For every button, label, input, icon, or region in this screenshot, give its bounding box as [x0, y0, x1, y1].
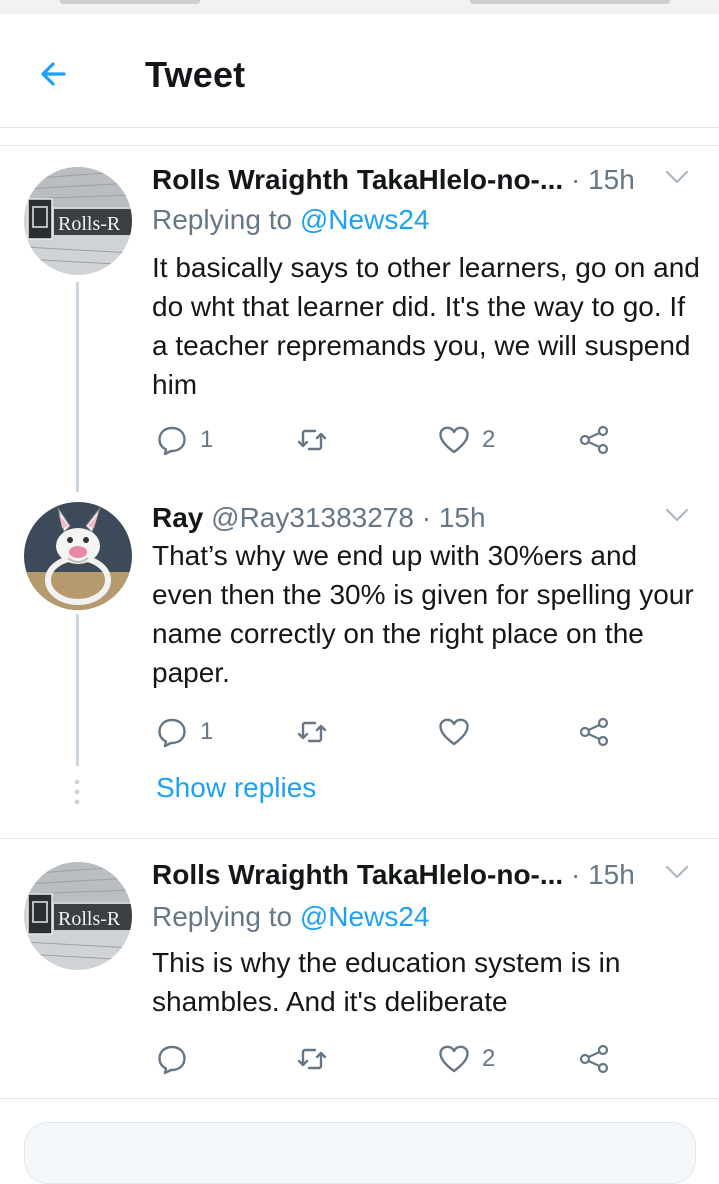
share-icon: [579, 1044, 609, 1074]
tweet[interactable]: Rolls-R Rolls Wraighth TakaHlelo-no-... …: [0, 160, 719, 480]
replying-to-label: Replying to: [152, 204, 300, 235]
separator-dot: ·: [571, 859, 581, 890]
retweet-icon: [297, 429, 327, 451]
tweet[interactable]: Ray @Ray31383278 · 15h That’s why we end…: [0, 498, 719, 758]
status-bar: [0, 0, 719, 14]
avatar[interactable]: Rolls-R: [24, 167, 132, 275]
replying-to: Replying to @News24: [152, 200, 429, 240]
app-header: Tweet: [0, 14, 719, 128]
reply-compose-box[interactable]: [24, 1122, 696, 1184]
tweet-actions: 1: [152, 712, 672, 752]
heart-icon: [439, 718, 469, 746]
tweet-actions: 1 2: [152, 420, 672, 460]
replying-to: Replying to @News24: [152, 897, 429, 937]
reply-icon: [158, 426, 186, 456]
like-button[interactable]: [438, 712, 482, 752]
timestamp[interactable]: 15h: [588, 164, 635, 195]
svg-text:Rolls-R: Rolls-R: [58, 908, 121, 930]
share-icon: [579, 717, 609, 747]
display-name[interactable]: Rolls Wraighth TakaHlelo-no-...: [152, 859, 563, 890]
share-button[interactable]: [578, 1039, 610, 1079]
share-button[interactable]: [578, 712, 610, 752]
tweet-header: Ray @Ray31383278 · 15h: [152, 498, 702, 538]
chevron-down-icon[interactable]: [662, 162, 692, 192]
divider: [0, 838, 719, 839]
reply-icon: [158, 1045, 186, 1075]
divider: [0, 145, 719, 146]
reply-count: 1: [200, 718, 214, 745]
page-title: Tweet: [145, 54, 246, 95]
share-icon: [579, 425, 609, 455]
separator-dot: ·: [571, 164, 581, 195]
tweet-header: Rolls Wraighth TakaHlelo-no-... · 15h: [152, 855, 702, 895]
tweet-header: Rolls Wraighth TakaHlelo-no-... · 15h: [152, 160, 702, 200]
username[interactable]: @Ray31383278: [211, 502, 414, 533]
arrow-left-icon: [41, 62, 66, 86]
display-name[interactable]: Rolls Wraighth TakaHlelo-no-...: [152, 164, 563, 195]
rolls-royce-building-avatar: Rolls-R: [24, 167, 132, 275]
like-count: 2: [482, 426, 496, 453]
like-button[interactable]: 2: [438, 1039, 495, 1079]
reply-button[interactable]: [156, 1039, 200, 1079]
show-replies-link[interactable]: Show replies: [156, 772, 316, 804]
retweet-button[interactable]: [296, 712, 340, 752]
retweet-button[interactable]: [296, 1039, 340, 1079]
reply-button[interactable]: 1: [156, 712, 213, 752]
svg-text:Rolls-R: Rolls-R: [58, 213, 121, 235]
retweet-icon: [297, 721, 327, 743]
thread-more-dots: [74, 779, 80, 805]
retweet-icon: [297, 1048, 327, 1070]
status-bar-icons-left: [60, 0, 200, 4]
divider: [0, 1098, 719, 1099]
like-count: 2: [482, 1045, 496, 1072]
tweet-text: This is why the education system is in s…: [152, 947, 621, 1017]
display-name[interactable]: Ray: [152, 502, 203, 533]
mention-link[interactable]: @News24: [300, 901, 430, 932]
tweet[interactable]: Rolls-R Rolls Wraighth TakaHlelo-no-... …: [0, 855, 719, 1080]
replying-to-label: Replying to: [152, 901, 300, 932]
back-button[interactable]: [34, 54, 78, 94]
heart-icon: [439, 1045, 469, 1073]
tweet-text: It basically says to other learners, go …: [152, 252, 700, 400]
tweet-actions: 2: [152, 1039, 672, 1079]
avatar[interactable]: [24, 502, 132, 610]
reply-count: 1: [200, 426, 214, 453]
status-bar-icons-right: [470, 0, 670, 4]
mention-link[interactable]: @News24: [300, 204, 430, 235]
chevron-down-icon[interactable]: [662, 857, 692, 887]
bunny-avatar: [24, 502, 132, 610]
chevron-down-icon[interactable]: [662, 500, 692, 530]
timestamp[interactable]: 15h: [439, 502, 486, 533]
separator-dot: ·: [421, 502, 432, 533]
reply-icon: [158, 718, 186, 748]
timestamp[interactable]: 15h: [588, 859, 635, 890]
heart-icon: [439, 426, 469, 454]
reply-button[interactable]: 1: [156, 420, 213, 460]
like-button[interactable]: 2: [438, 420, 495, 460]
rolls-royce-building-avatar: Rolls-R: [24, 862, 132, 970]
avatar[interactable]: Rolls-R: [24, 862, 132, 970]
tweet-text: That’s why we end up with 30%ers and eve…: [152, 540, 694, 688]
retweet-button[interactable]: [296, 420, 340, 460]
share-button[interactable]: [578, 420, 610, 460]
